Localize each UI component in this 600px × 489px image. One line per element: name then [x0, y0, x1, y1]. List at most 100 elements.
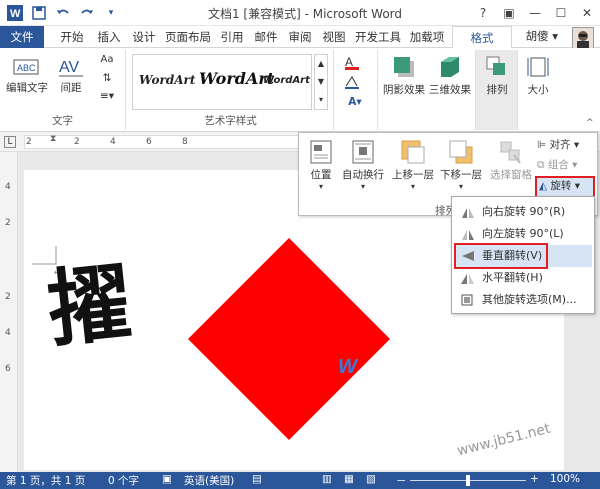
shadow-effects-button[interactable]: 阴影效果	[382, 54, 426, 97]
align-text-icon[interactable]: ≡▾	[94, 90, 120, 102]
size-label: 大小	[527, 84, 549, 96]
shadow-effects-label: 阴影效果	[383, 84, 425, 96]
group-icon: ⧉	[537, 159, 548, 171]
indent-marker-icon[interactable]: ⧗	[50, 134, 56, 144]
proofing-icon[interactable]: ▣	[162, 473, 172, 485]
watermark-text: www.jb51.net	[455, 420, 553, 460]
group-button[interactable]: ⧉ 组合 ▾	[537, 157, 595, 172]
tab-home[interactable]: 开始	[54, 26, 90, 48]
tab-addins[interactable]: 加载项	[406, 26, 448, 48]
window-title: 文档1 [兼容模式] - Microsoft Word	[207, 7, 403, 21]
word-count[interactable]: 0 个字	[108, 473, 139, 488]
zoom-slider-thumb[interactable]	[466, 475, 470, 486]
tab-references[interactable]: 引用	[216, 26, 248, 48]
language[interactable]: 英语(美国)	[184, 473, 234, 488]
user-name[interactable]: 胡傻 ▾	[526, 28, 558, 44]
edit-text-button[interactable]: ABC 编辑文字	[4, 56, 50, 95]
undo-icon[interactable]	[54, 4, 72, 22]
ribbon-tabs: 文件 开始 插入 设计 页面布局 引用 邮件 审阅 视图 开发工具 加载项 格式…	[0, 26, 600, 49]
send-backward-button[interactable]: 下移一层 ▾	[437, 139, 485, 191]
wordart-fragment[interactable]: W	[338, 356, 357, 379]
ruler-tick: 2	[5, 292, 11, 302]
ruler-tick: 4	[5, 328, 11, 338]
arrange-button[interactable]: 排列	[478, 54, 516, 97]
redo-icon[interactable]	[78, 4, 96, 22]
zoom-level[interactable]: 100%	[550, 473, 580, 485]
3d-effects-button[interactable]: 三维效果	[428, 54, 472, 97]
rotate-right-icon	[462, 208, 474, 218]
ribbon-display-icon[interactable]: ▣	[496, 0, 522, 26]
read-mode-icon[interactable]: ▥	[322, 473, 332, 485]
gallery-scroll[interactable]: ▲ ▼ ▾	[314, 54, 328, 110]
collapse-ribbon-icon[interactable]: ^	[586, 118, 594, 128]
align-label: 对齐	[549, 139, 571, 151]
save-icon[interactable]	[30, 4, 48, 22]
text-group: ABC 编辑文字 AV 间距 Aa ⇅ ≡▾ 文字	[0, 50, 126, 130]
tab-selector-icon[interactable]: L	[4, 136, 16, 148]
even-height-button[interactable]: Aa	[94, 54, 120, 65]
rotate-left-item[interactable]: 向左旋转 90°(L)	[454, 223, 592, 245]
ruler-tick: 4	[110, 137, 116, 147]
tab-review[interactable]: 审阅	[284, 26, 316, 48]
tab-insert[interactable]: 插入	[92, 26, 126, 48]
text-outline-icon[interactable]	[340, 74, 370, 93]
text-fill-group: A A▾	[334, 50, 378, 130]
vertical-text-icon[interactable]: ⇅	[94, 72, 120, 84]
arrange-label: 排列	[486, 84, 508, 96]
text-fill-icon[interactable]: A	[340, 54, 370, 73]
position-button[interactable]: 位置 ▾	[305, 139, 337, 191]
align-button[interactable]: ⊫ 对齐 ▾	[537, 137, 595, 152]
tab-mailings[interactable]: 邮件	[250, 26, 282, 48]
ruler-tick: 2	[5, 218, 11, 228]
edit-text-icon: ABC	[13, 59, 39, 75]
page-count[interactable]: 第 1 页，共 1 页	[6, 473, 85, 488]
customize-qat-icon[interactable]: ▾	[102, 4, 120, 22]
svg-text:A: A	[345, 55, 353, 69]
flip-vertical-highlight	[454, 243, 548, 269]
bring-forward-button[interactable]: 上移一层 ▾	[389, 139, 437, 191]
calligraphy-glyph[interactable]: 擢	[43, 252, 137, 359]
vertical-ruler: 4 2 2 4 6	[0, 152, 18, 472]
tab-view[interactable]: 视图	[318, 26, 350, 48]
wordart-sample-1[interactable]: WordArt	[139, 73, 195, 87]
ruler-area	[24, 135, 314, 149]
rotation-options-item[interactable]: 其他旋转选项(M)...	[454, 289, 592, 311]
tab-design[interactable]: 设计	[128, 26, 160, 48]
wrap-text-label: 自动换行	[342, 169, 384, 181]
tab-file[interactable]: 文件	[0, 26, 44, 48]
maximize-icon[interactable]: ☐	[548, 0, 574, 26]
rotation-options-icon	[461, 294, 473, 306]
close-icon[interactable]: ✕	[574, 0, 600, 26]
tab-layout[interactable]: 页面布局	[162, 26, 214, 48]
flip-horizontal-item[interactable]: 水平翻转(H)	[454, 267, 592, 289]
flip-horizontal-icon	[461, 274, 474, 284]
wordart-sample-3[interactable]: WordArt	[263, 75, 310, 86]
svg-text:AV: AV	[59, 59, 79, 76]
wrap-text-button[interactable]: 自动换行 ▾	[339, 139, 387, 191]
zoom-in-button[interactable]: +	[530, 473, 539, 485]
print-layout-icon[interactable]: ▦	[344, 473, 354, 485]
group-label: 组合	[547, 159, 569, 171]
flip-horizontal-label: 水平翻转(H)	[482, 271, 543, 284]
wordart-gallery[interactable]: WordArt WordArt WordArt	[132, 54, 312, 110]
bring-forward-icon	[401, 140, 425, 164]
help-icon[interactable]: ?	[470, 0, 496, 26]
size-button[interactable]: 大小	[520, 54, 556, 97]
spacing-button[interactable]: AV 间距	[54, 56, 88, 95]
macro-icon[interactable]: ▤	[252, 473, 262, 485]
tab-developer[interactable]: 开发工具	[352, 26, 404, 48]
zoom-out-button[interactable]: －	[396, 473, 407, 488]
text-effects-icon[interactable]: A▾	[340, 96, 370, 108]
selection-pane-button[interactable]: 选择窗格	[487, 139, 535, 182]
ruler-tick: 6	[146, 137, 152, 147]
web-layout-icon[interactable]: ▧	[366, 473, 376, 485]
rotate-right-label: 向右旋转 90°(R)	[482, 205, 566, 218]
arrange-group: 排列	[476, 50, 518, 130]
window-controls: ? ▣ — ☐ ✕	[470, 0, 600, 26]
minimize-icon[interactable]: —	[522, 0, 548, 26]
tab-format[interactable]: 格式	[452, 26, 512, 49]
rotate-right-item[interactable]: 向右旋转 90°(R)	[454, 201, 592, 223]
red-diamond-shape[interactable]	[186, 236, 392, 442]
status-bar: 第 1 页，共 1 页 0 个字 ▣ 英语(美国) ▤ ▥ ▦ ▧ － + 10…	[0, 472, 600, 489]
avatar[interactable]	[572, 27, 594, 49]
